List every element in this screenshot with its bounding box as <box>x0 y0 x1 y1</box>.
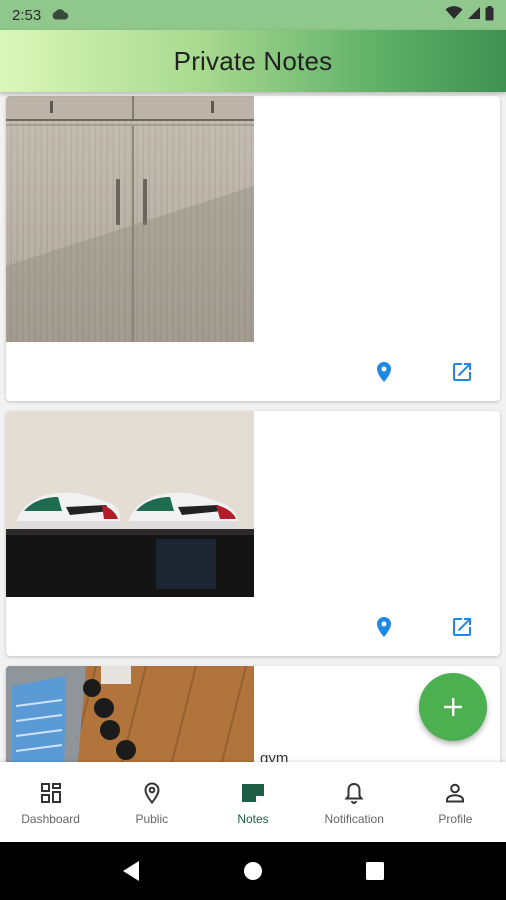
nav-label: Dashboard <box>21 811 80 826</box>
wardrobe-photo <box>6 96 254 342</box>
back-button[interactable] <box>111 851 151 891</box>
sneakers-photo <box>6 411 254 597</box>
notes-list[interactable]: gym <box>0 92 506 762</box>
note-photo[interactable] <box>6 411 254 597</box>
back-triangle-icon <box>123 861 139 881</box>
status-time: 2:53 <box>12 6 42 24</box>
gym-photo <box>6 666 254 762</box>
location-pin-icon <box>377 362 391 382</box>
nav-label: Public <box>135 811 169 826</box>
nav-item-dashboard[interactable]: Dashboard <box>0 762 101 842</box>
open-in-new-icon <box>453 618 471 636</box>
nav-item-public[interactable]: Public <box>101 762 202 842</box>
status-bar: 2:53 <box>0 0 506 30</box>
nav-label: Profile <box>438 811 473 826</box>
home-button[interactable] <box>233 851 273 891</box>
note-text: gym <box>260 750 289 762</box>
nav-item-notes[interactable]: Notes <box>202 762 303 842</box>
nav-label: Notes <box>237 811 269 826</box>
location-button[interactable] <box>367 355 401 389</box>
system-navigation <box>0 842 506 900</box>
wifi-icon <box>445 6 463 24</box>
recents-square-icon <box>366 862 384 880</box>
add-icon <box>444 698 462 716</box>
page-title: Private Notes <box>173 45 333 76</box>
signal-icon <box>467 6 481 24</box>
note-card[interactable] <box>6 96 500 401</box>
location-pin-icon <box>140 779 164 807</box>
nav-label: Notification <box>324 811 384 826</box>
location-pin-icon <box>377 617 391 637</box>
note-photo[interactable] <box>6 96 254 342</box>
bottom-navigation: Dashboard Public Notes Notification Prof… <box>0 762 506 842</box>
note-photo[interactable] <box>6 666 254 762</box>
add-note-button[interactable] <box>419 673 487 741</box>
open-note-button[interactable] <box>445 610 479 644</box>
person-icon <box>443 779 467 807</box>
recents-button[interactable] <box>355 851 395 891</box>
open-note-button[interactable] <box>445 355 479 389</box>
bell-icon <box>342 779 366 807</box>
cloud-icon <box>51 7 69 24</box>
battery-icon <box>485 5 494 25</box>
notes-icon <box>240 779 266 807</box>
app-bar: Private Notes <box>0 30 506 92</box>
status-icons <box>445 5 494 25</box>
home-circle-icon <box>244 862 262 880</box>
nav-item-profile[interactable]: Profile <box>405 762 506 842</box>
location-button[interactable] <box>367 610 401 644</box>
open-in-new-icon <box>453 363 471 381</box>
dashboard-icon <box>39 779 63 807</box>
nav-item-notification[interactable]: Notification <box>304 762 405 842</box>
note-card[interactable] <box>6 411 500 656</box>
